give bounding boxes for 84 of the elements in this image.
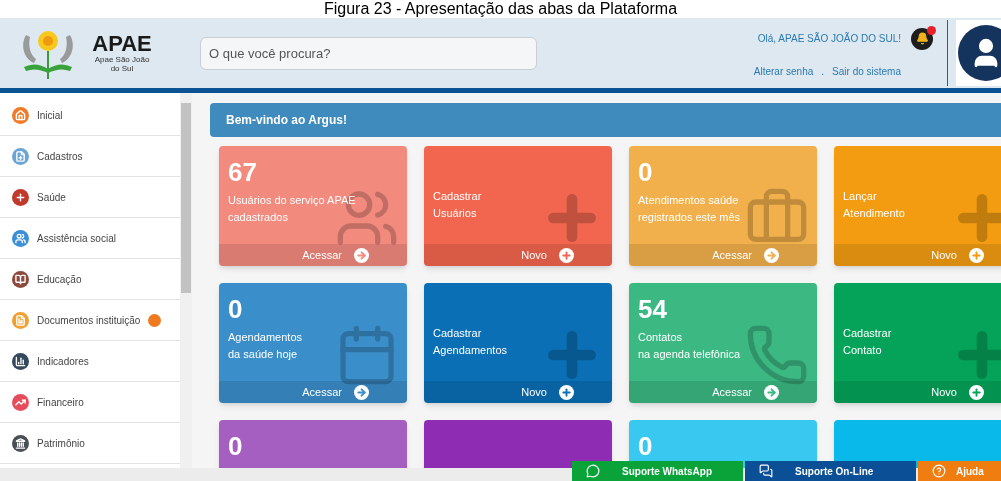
dashboard-tile[interactable]: 0 Agendamentos da saúde hoje Acessar bbox=[219, 283, 407, 403]
search-field[interactable]: O que você procura? bbox=[200, 36, 537, 70]
menu-label[interactable]: Cadastros bbox=[37, 148, 83, 164]
welcome-title: Bem-vindo ao Argus! bbox=[226, 112, 347, 129]
tile-action[interactable]: Acessar bbox=[712, 246, 752, 264]
sidebar-item[interactable]: Financeiro bbox=[0, 382, 180, 423]
tile-label: Atendimentos saúde bbox=[638, 193, 740, 208]
tile-label: Lançar bbox=[843, 189, 878, 204]
sidebar-item[interactable]: Patrimônio bbox=[0, 423, 180, 464]
menu-label[interactable]: Indicadores bbox=[37, 353, 89, 369]
tile-action[interactable]: Acessar bbox=[302, 383, 342, 401]
menu-label[interactable]: Saúde bbox=[37, 189, 66, 205]
tile-footer[interactable]: Acessar bbox=[219, 381, 407, 403]
tile-count: 0 bbox=[638, 156, 654, 188]
tile-footer[interactable]: Novo bbox=[834, 244, 1001, 266]
tile-label: Cadastrar bbox=[433, 189, 483, 204]
menu-label[interactable]: Educação bbox=[37, 271, 82, 287]
tile-action[interactable]: Acessar bbox=[712, 383, 752, 401]
tile-footer[interactable]: Acessar bbox=[629, 244, 817, 266]
tile-label: Contato bbox=[843, 343, 883, 358]
sidebar-item[interactable]: Indicadores bbox=[0, 341, 180, 382]
tile-label: Cadastrar bbox=[433, 326, 483, 341]
dashboard-tile[interactable]: Cadastrar Contato Novo bbox=[834, 283, 1001, 403]
tile-action[interactable]: Novo bbox=[521, 246, 547, 264]
scrollbar[interactable] bbox=[180, 93, 192, 468]
tile-action[interactable]: Acessar bbox=[302, 246, 342, 264]
greeting-text: Olá, APAE SÃO JOÃO DO SUL! bbox=[757, 31, 901, 46]
tile-footer[interactable]: Acessar bbox=[629, 381, 817, 403]
tile-label: Contatos bbox=[638, 330, 684, 345]
menu-label[interactable]: Documentos instituição bbox=[37, 312, 141, 328]
sidebar-item[interactable]: Cadastros bbox=[0, 136, 180, 177]
menu-label[interactable]: Assistência social bbox=[37, 230, 116, 246]
figure-caption: Figura 23 - Apresentação das abas da Plataforma bbox=[323, 0, 678, 18]
chat-icon bbox=[759, 464, 773, 478]
sidebar-item[interactable]: Documentos instituição bbox=[0, 300, 180, 341]
tile-label: Cadastrar bbox=[843, 326, 893, 341]
notifications-button[interactable] bbox=[911, 27, 933, 50]
avatar-icon[interactable] bbox=[956, 20, 1001, 86]
menu-label[interactable]: Financeiro bbox=[37, 394, 84, 410]
dashboard-tile[interactable]: 67 Usuários do serviço APAE cadastrados Acessar bbox=[219, 146, 407, 266]
tile-label: Agendamentos bbox=[433, 343, 508, 358]
tile-count: 0 bbox=[228, 430, 244, 462]
tile-count: 0 bbox=[638, 430, 654, 462]
tile-label: Atendimento bbox=[843, 206, 906, 221]
menu-label[interactable]: Patrimônio bbox=[37, 435, 85, 451]
tile-action[interactable]: Novo bbox=[931, 246, 957, 264]
dashboard-tile[interactable]: Lançar Atendimento Novo bbox=[834, 146, 1001, 266]
support-button[interactable]: Ajuda bbox=[918, 461, 1001, 481]
help-icon bbox=[932, 464, 946, 478]
bell-icon bbox=[915, 32, 929, 45]
dashboard-tile[interactable]: 0 bbox=[219, 420, 407, 468]
tile-footer[interactable]: Novo bbox=[424, 381, 612, 403]
tile-label: Usuários bbox=[433, 206, 478, 221]
dashboard-tile[interactable]: Cadastrar Usuários Novo bbox=[424, 146, 612, 266]
tile-count: 54 bbox=[638, 293, 668, 325]
tile-label: Usuários do serviço APAE bbox=[228, 193, 357, 208]
tile-label: Agendamentos bbox=[228, 330, 303, 345]
link-separator: . bbox=[821, 64, 825, 79]
change-password-link[interactable]: Alterar senha bbox=[753, 63, 814, 79]
tile-action[interactable]: Novo bbox=[931, 383, 957, 401]
dashboard-tile[interactable]: 0 Atendimentos saúde registrados este mês Acessar bbox=[629, 146, 817, 266]
logo-title: APAE bbox=[92, 33, 152, 55]
tile-label: da saúde hoje bbox=[228, 347, 299, 362]
menu-label[interactable]: Inicial bbox=[37, 107, 63, 123]
tile-label: na agenda telefônica bbox=[638, 347, 742, 362]
sidebar-item[interactable]: Saúde bbox=[0, 177, 180, 218]
tile-count: 67 bbox=[228, 156, 258, 188]
dashboard-tile[interactable]: Cadastrar Agendamentos Novo bbox=[424, 283, 612, 403]
support-button[interactable]: Suporte WhatsApp bbox=[572, 461, 743, 481]
tile-action[interactable]: Novo bbox=[521, 383, 547, 401]
chat-icon bbox=[586, 464, 600, 478]
tile-footer[interactable]: Novo bbox=[424, 244, 612, 266]
logout-link[interactable]: Sair do sistema bbox=[832, 63, 901, 79]
tile-footer[interactable]: Novo bbox=[834, 381, 1001, 403]
tile-label: cadastrados bbox=[228, 210, 289, 225]
dashboard-tile[interactable]: 54 Contatos na agenda telefônica Acessar bbox=[629, 283, 817, 403]
support-button[interactable]: Suporte On-Line bbox=[745, 461, 916, 481]
sidebar-item[interactable]: Inicial bbox=[0, 95, 180, 136]
logo-subtitle: Apae São João do Sul bbox=[93, 55, 151, 73]
tile-count: 0 bbox=[228, 293, 244, 325]
tile-label: registrados este mês bbox=[638, 210, 742, 225]
tile-footer[interactable]: Acessar bbox=[219, 244, 407, 266]
sidebar-item[interactable]: Educação bbox=[0, 259, 180, 300]
sidebar-item[interactable]: Assistência social bbox=[0, 218, 180, 259]
